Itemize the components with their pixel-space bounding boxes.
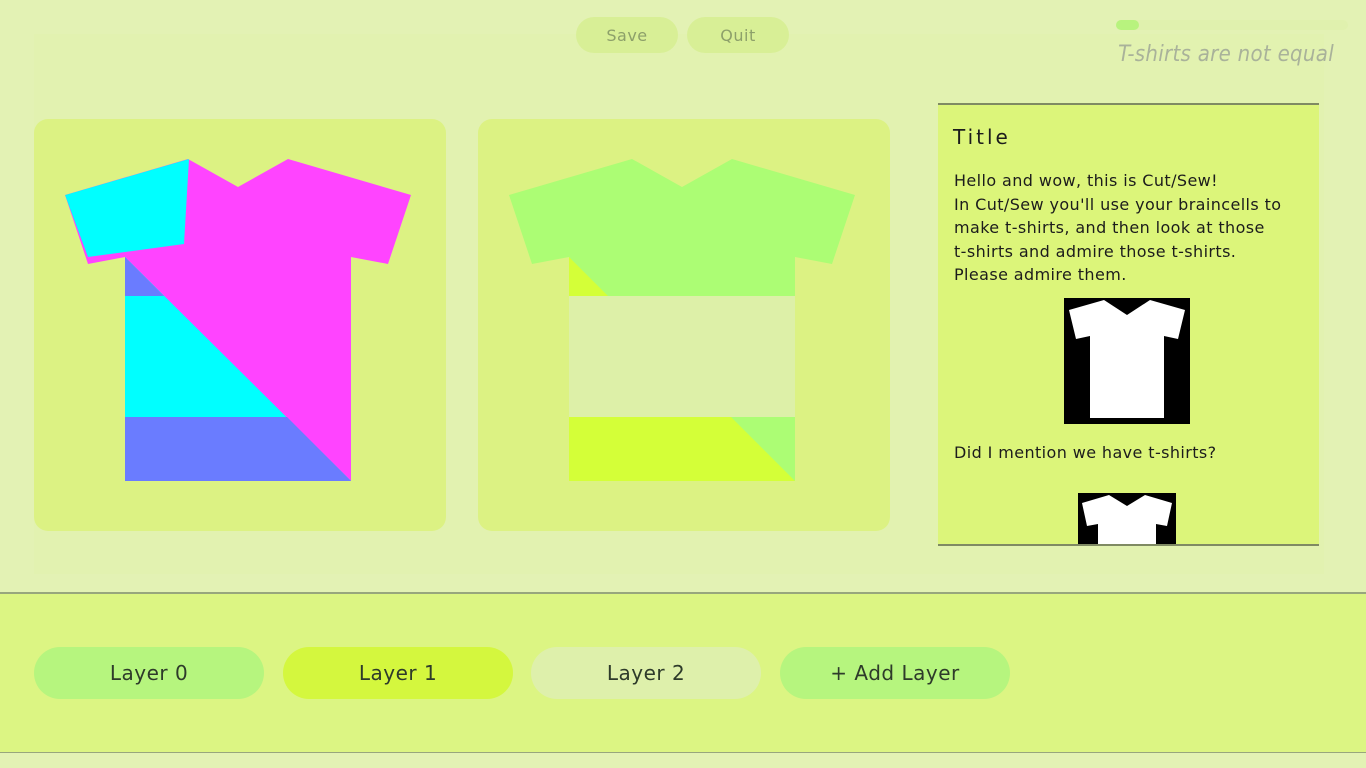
info-mention: Did I mention we have t-shirts? bbox=[954, 443, 1217, 462]
layer-1-button[interactable]: Layer 1 bbox=[283, 647, 513, 699]
save-button[interactable]: Save bbox=[576, 17, 678, 53]
info-body: Hello and wow, this is Cut/Sew! In Cut/S… bbox=[954, 169, 1304, 287]
layer-2-button[interactable]: Layer 2 bbox=[531, 647, 761, 699]
progress-bar bbox=[1116, 20, 1348, 30]
info-title: Title bbox=[953, 125, 1011, 149]
bottom-strip bbox=[0, 753, 1366, 768]
target-shirt-canvas bbox=[65, 159, 411, 481]
info-line: t-shirts and admire those t-shirts. bbox=[954, 241, 1237, 261]
target-shirt-panel bbox=[34, 119, 446, 531]
pale-band-piece bbox=[569, 296, 795, 417]
cyan-sleeve-piece bbox=[65, 159, 189, 257]
green-top-piece bbox=[509, 159, 855, 297]
tshirt-example-image bbox=[1064, 298, 1190, 424]
add-layer-button[interactable]: + Add Layer bbox=[780, 647, 1010, 699]
info-line: In Cut/Sew you'll use your braincells to bbox=[954, 194, 1282, 214]
info-panel: Title Hello and wow, this is Cut/Sew! In… bbox=[938, 103, 1319, 546]
info-line: make t-shirts, and then look at those bbox=[954, 218, 1265, 237]
tshirt-example-image-2 bbox=[1078, 493, 1176, 544]
info-line: Please admire them. bbox=[954, 265, 1127, 284]
info-line: Hello and wow, this is Cut/Sew! bbox=[954, 171, 1218, 190]
layer-0-button[interactable]: Layer 0 bbox=[34, 647, 264, 699]
quit-button[interactable]: Quit bbox=[687, 17, 789, 53]
progress-fill bbox=[1116, 20, 1140, 30]
status-text: T-shirts are not equal bbox=[1118, 42, 1334, 67]
layer-shirt-canvas bbox=[509, 159, 855, 481]
layer-shirt-panel bbox=[478, 119, 890, 531]
